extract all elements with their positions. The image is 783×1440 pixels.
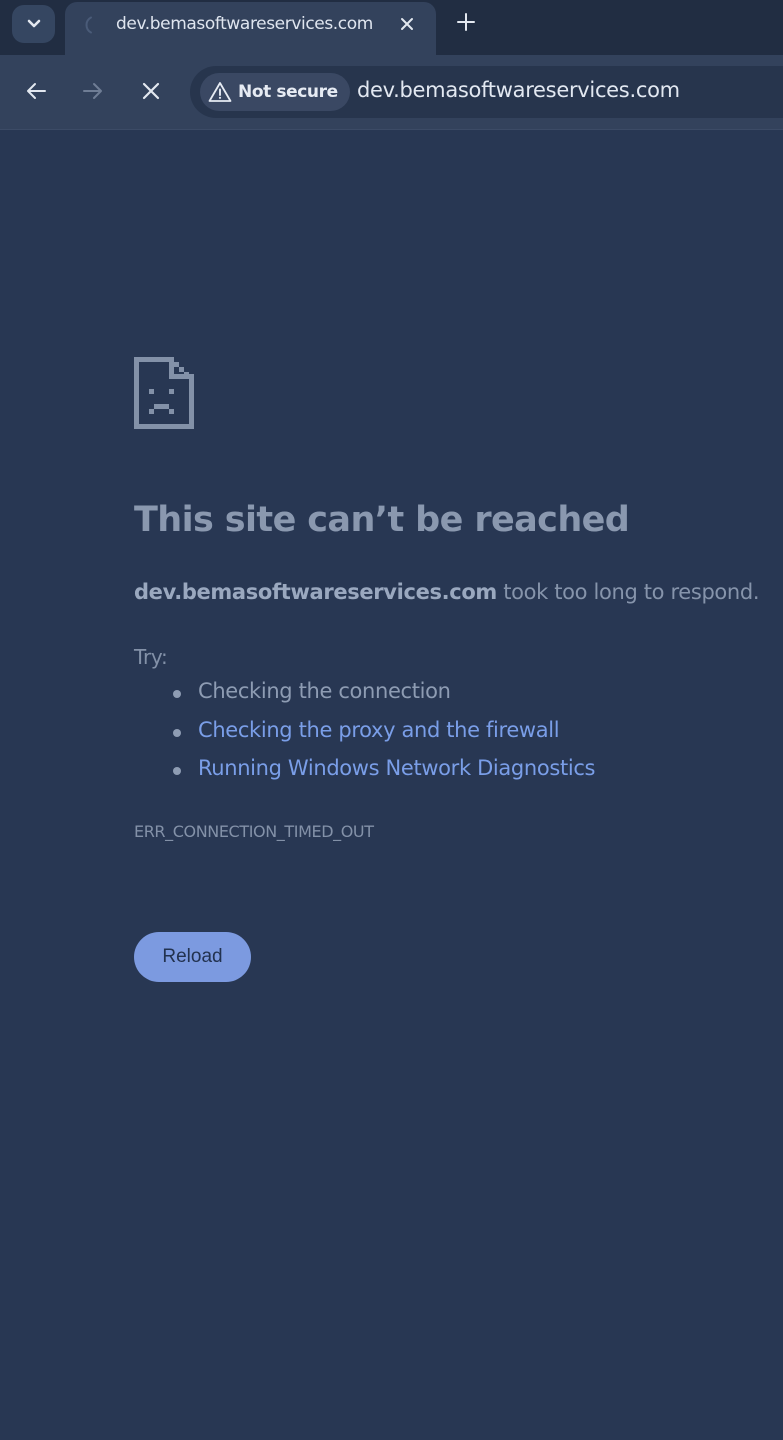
bullet bbox=[173, 690, 181, 698]
try-label: Try: bbox=[134, 645, 168, 669]
suggestion-text[interactable]: Checking the proxy and the firewall bbox=[198, 718, 560, 742]
forward-button[interactable] bbox=[79, 77, 107, 105]
address-bar[interactable]: Not secure dev.bemasoftwareservices.com bbox=[190, 66, 783, 118]
error-description: dev.bemasoftwareservices.com took too lo… bbox=[134, 580, 760, 604]
plus-icon bbox=[457, 13, 475, 31]
tab-title: dev.bemasoftwareservices.com bbox=[116, 14, 373, 34]
reload-button[interactable]: Reload bbox=[134, 932, 251, 982]
arrow-left-icon bbox=[27, 83, 46, 99]
close-icon bbox=[142, 82, 160, 100]
bullet bbox=[173, 728, 181, 737]
loading-spinner-icon bbox=[85, 16, 92, 34]
url-text[interactable]: dev.bemasoftwareservices.com bbox=[357, 78, 680, 102]
suggestion-list: Checking the connection Checking the pro… bbox=[134, 679, 595, 795]
suggestion-proxy-firewall-link[interactable]: Checking the proxy and the firewall bbox=[134, 718, 595, 757]
suggestion-check-connection: Checking the connection bbox=[134, 679, 595, 718]
error-code: ERR_CONNECTION_TIMED_OUT bbox=[134, 822, 374, 841]
tab-search-button[interactable] bbox=[12, 5, 55, 43]
error-host: dev.bemasoftwareservices.com bbox=[134, 580, 497, 604]
new-tab-button[interactable] bbox=[452, 8, 480, 36]
close-icon bbox=[401, 18, 413, 30]
tab-close-button[interactable] bbox=[395, 12, 419, 36]
error-message: took too long to respond. bbox=[496, 580, 760, 604]
stop-loading-button[interactable] bbox=[137, 77, 165, 105]
back-button[interactable] bbox=[22, 77, 50, 105]
security-indicator[interactable]: Not secure bbox=[200, 73, 350, 111]
arrow-right-icon bbox=[83, 83, 102, 99]
active-tab[interactable]: dev.bemasoftwareservices.com bbox=[65, 2, 436, 55]
warning-triangle-icon bbox=[208, 82, 232, 102]
toolbar: Not secure dev.bemasoftwareservices.com bbox=[0, 55, 783, 130]
error-heading: This site can’t be reached bbox=[134, 500, 630, 540]
suggestion-text[interactable]: Running Windows Network Diagnostics bbox=[198, 756, 595, 780]
sad-document-icon bbox=[134, 357, 194, 429]
tab-strip: dev.bemasoftwareservices.com bbox=[0, 0, 783, 55]
bullet bbox=[173, 767, 181, 775]
suggestion-text: Checking the connection bbox=[198, 679, 451, 703]
chevron-down-icon bbox=[27, 19, 40, 28]
suggestion-network-diagnostics-link[interactable]: Running Windows Network Diagnostics bbox=[134, 756, 595, 795]
security-label: Not secure bbox=[238, 82, 338, 102]
